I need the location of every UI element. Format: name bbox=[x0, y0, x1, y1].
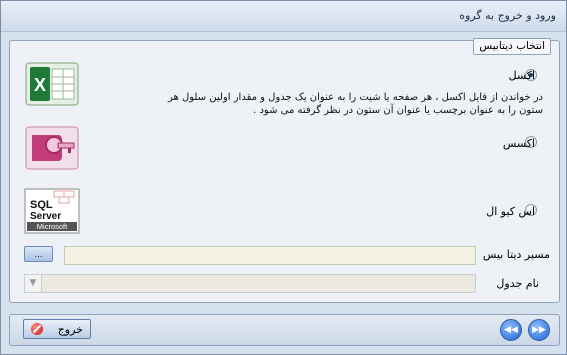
table-name-label: نام جدول bbox=[496, 277, 539, 290]
table-name-combo[interactable]: ▼ bbox=[24, 274, 476, 293]
database-selection-group: انتخاب دیتابیس X اکسل در خواندن از فایل … bbox=[9, 38, 560, 303]
excel-logo-icon: X bbox=[24, 61, 80, 107]
cancel-icon bbox=[31, 323, 43, 335]
footer-bar: خروج ◀◀ ▶▶ bbox=[9, 314, 560, 346]
sql-option-label[interactable]: اس کیو ال bbox=[486, 205, 535, 218]
title-bar[interactable]: ورود و خروج به گروه bbox=[1, 1, 566, 32]
sql-server-logo-icon: SQL Server Microsoft bbox=[24, 188, 80, 234]
window-title: ورود و خروج به گروه bbox=[459, 9, 556, 22]
excel-option-label[interactable]: اکسل bbox=[509, 69, 535, 82]
chevron-down-icon[interactable]: ▼ bbox=[25, 275, 42, 292]
db-path-input[interactable] bbox=[64, 246, 476, 265]
browse-button[interactable]: ... bbox=[24, 246, 53, 262]
group-legend: انتخاب دیتابیس bbox=[473, 38, 551, 55]
sql-logo-text-1: SQL bbox=[30, 199, 53, 211]
next-button[interactable]: ▶▶ bbox=[528, 319, 550, 341]
excel-description-line-1: در خواندن از فایل اکسل ، هر صفحه یا شیت … bbox=[167, 92, 543, 103]
excel-description: در خواندن از فایل اکسل ، هر صفحه یا شیت … bbox=[123, 91, 543, 117]
db-path-label: مسیر دیتا بیس bbox=[482, 248, 550, 261]
excel-description-line-2: ستون را به عنوان برچسب یا عنوان آن ستون … bbox=[253, 105, 543, 116]
access-logo-icon bbox=[24, 125, 80, 171]
exit-button-label: خروج bbox=[57, 324, 83, 336]
exit-button[interactable]: خروج bbox=[23, 319, 91, 339]
svg-text:X: X bbox=[34, 75, 46, 95]
access-option-label[interactable]: اکسس bbox=[503, 137, 535, 150]
previous-button[interactable]: ◀◀ bbox=[500, 319, 522, 341]
sql-logo-text-3: Microsoft bbox=[37, 222, 68, 231]
dialog-window: ورود و خروج به گروه انتخاب دیتابیس X اکس… bbox=[0, 0, 567, 355]
sql-logo-text-2: Server bbox=[30, 211, 61, 222]
